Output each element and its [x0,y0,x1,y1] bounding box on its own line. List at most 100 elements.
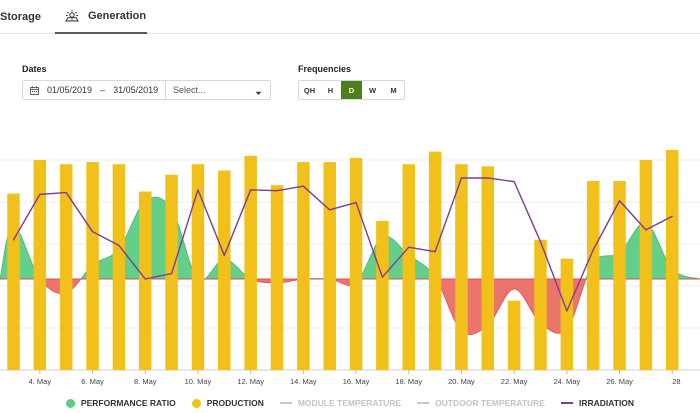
tab-storage[interactable]: Storage [0,0,41,33]
irradiation-point [513,181,515,183]
production-bar [218,170,231,370]
frequencies-label: Frequencies [298,64,352,74]
production-bar [323,162,336,370]
legend-outdoor-temperature[interactable]: OUTDOOR TEMPERATURE [417,398,545,408]
irradiation-point [302,185,304,187]
x-tick-label: 14. May [290,377,317,386]
frequency-w-button[interactable]: W [362,81,383,99]
irradiation-point [539,241,542,243]
irradiation-point [118,244,120,246]
tab-generation[interactable]: Generation [55,0,147,34]
production-bar [481,166,495,370]
irradiation-point [91,231,94,233]
dates-label: Dates [22,64,47,74]
irradiation-point [645,229,647,231]
production-bar [86,162,99,370]
production-bar [59,164,73,370]
date-range-picker[interactable]: 01/05/2019 – 31/05/2019 Select... [22,80,271,100]
irradiation-point [355,201,357,204]
calendar-icon [30,85,39,95]
x-tick-label: 28 [672,377,680,386]
tab-storage-label: Storage [0,10,41,23]
date-to[interactable]: 31/05/2019 [113,85,158,95]
x-tick-label: 12. May [237,377,264,386]
legend-label-production: PRODUCTION [206,398,264,408]
production-bar [270,185,284,370]
frequency-selector: QH H D W M [298,80,405,100]
x-tick-label: 8. May [134,377,157,386]
x-tick-label: 10. May [185,377,212,386]
legend-label-performance-ratio: PERFORMANCE RATIO [80,398,176,408]
irradiation-point [250,189,252,191]
frequency-h-button[interactable]: H [320,81,341,99]
legend-label-module-temperature: MODULE TEMPERATURE [297,398,402,408]
production-bar [349,157,363,370]
x-axis-ticks: 4. May 6. May 8. May 10. May 12. May 14. May 1… [29,370,681,386]
x-tick-label: 24. May [554,377,581,386]
production-bar [666,150,679,370]
production-bar [534,239,547,370]
x-tick-label: 22. May [501,377,528,386]
x-tick-label: 6. May [81,377,104,386]
chart-legend: PERFORMANCE RATIO PRODUCTION MODULE TEMP… [0,396,700,410]
irradiation-point [65,191,67,194]
production-bar [376,220,389,370]
production-bar [191,164,205,370]
irradiation-point [487,177,489,179]
irradiation-point [381,276,383,278]
legend-dot-performance-ratio [65,398,75,408]
legend-production[interactable]: PRODUCTION [191,398,264,408]
irradiation-point [592,249,594,251]
irradiation-point [276,190,278,192]
preset-select[interactable]: Select... [173,85,206,95]
production-bar [428,151,442,370]
x-tick-label: 4. May [29,377,52,386]
production-bar [586,181,600,370]
divider [165,81,166,99]
x-tick-label: 18. May [395,377,422,386]
legend-label-outdoor-temperature: OUTDOOR TEMPERATURE [435,398,545,408]
frequency-qh-button[interactable]: QH [299,81,320,99]
frequency-d-button[interactable]: D [341,81,362,99]
production-bar [507,300,521,370]
x-tick-label: 20. May [448,377,475,386]
legend-performance-ratio[interactable]: PERFORMANCE RATIO [65,398,176,408]
irradiation-point [12,239,15,241]
generation-chart: 4. May 6. May 8. May 10. May 12. May 14. May 1… [0,150,700,386]
x-tick-label: 26. May [606,377,633,386]
irradiation-point [171,272,173,275]
production-bar [7,193,20,370]
irradiation-point [671,215,673,217]
date-from[interactable]: 01/05/2019 [47,85,92,95]
frequency-m-button[interactable]: M [383,81,404,99]
production-bar [33,160,47,370]
date-separator: – [100,85,106,95]
production-bar [560,258,574,370]
tab-bar: Storage Generation [0,0,700,34]
production-bar [244,155,257,370]
chevron-down-icon[interactable] [255,88,262,98]
sun-panel-icon [65,10,79,22]
irradiation-point [460,177,463,179]
irradiation-point [144,278,146,280]
legend-line-outdoor-temperature [417,402,430,404]
production-bar [639,160,653,370]
irradiation-point [39,193,41,195]
tab-generation-label: Generation [88,10,147,22]
production-bar [139,191,152,370]
legend-line-irradiation [560,402,573,404]
legend-irradiation[interactable]: IRRADIATION [560,398,635,408]
irradiation-point [197,189,199,191]
legend-dot-production [191,398,201,408]
legend-module-temperature[interactable]: MODULE TEMPERATURE [279,398,402,408]
legend-line-module-temperature [279,402,292,404]
irradiation-point [566,310,568,312]
irradiation-point [408,246,410,248]
irradiation-point [223,254,225,256]
production-bar [455,164,468,370]
production-bar [402,164,415,370]
irradiation-point [329,209,331,211]
legend-label-irradiation: IRRADIATION [578,398,635,408]
irradiation-point [434,251,436,253]
irradiation-point [618,200,621,202]
